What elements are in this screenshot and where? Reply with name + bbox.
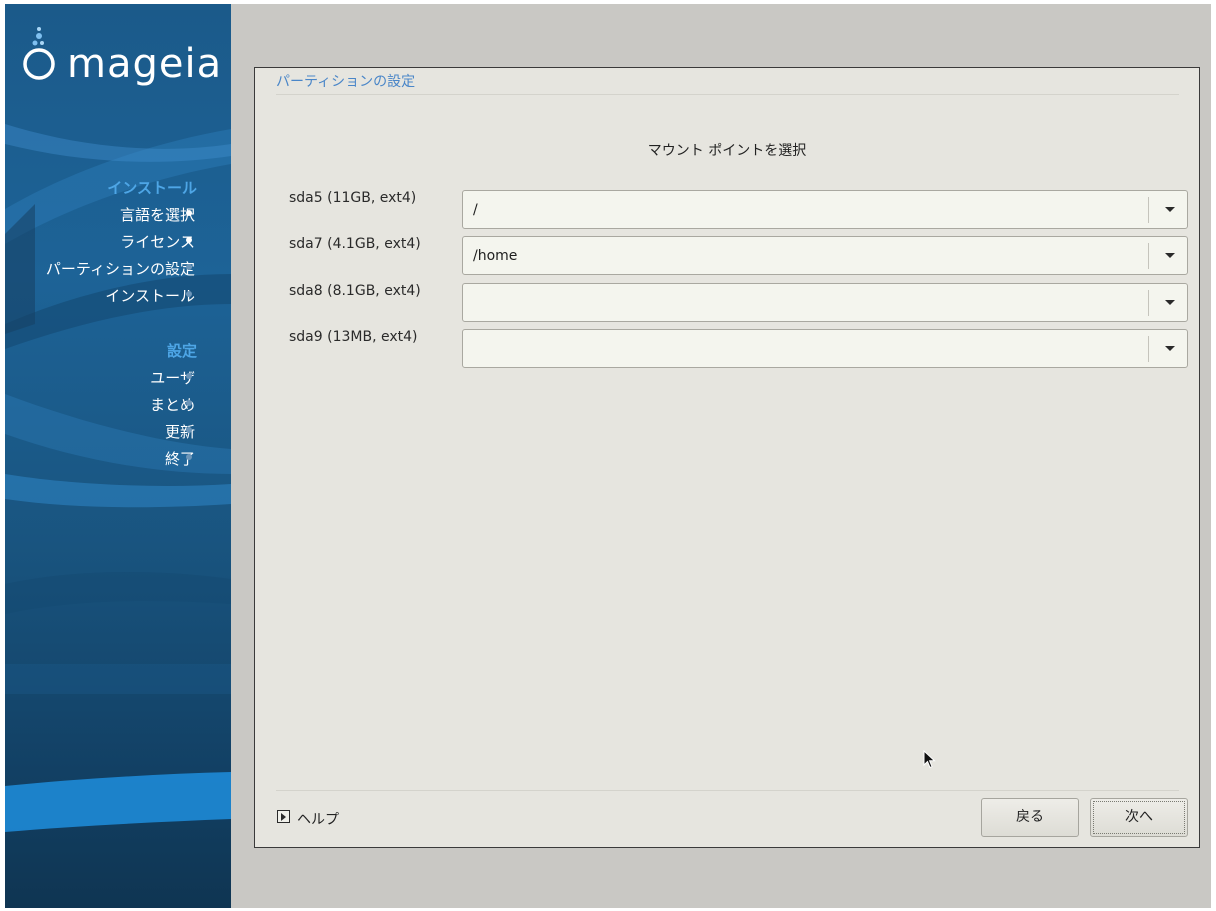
partition-row: sda5 (11GB, ext4) / <box>255 190 1201 230</box>
sidebar-background <box>5 124 231 832</box>
step-current-dot <box>186 264 192 270</box>
brand-name: mageia <box>67 41 223 87</box>
partition-label: sda9 (13MB, ext4) <box>289 329 418 345</box>
mount-point-value[interactable]: /home <box>473 248 517 264</box>
combo-separator <box>1148 197 1149 223</box>
expander-arrow-icon[interactable] <box>277 810 290 823</box>
step-pending-dot <box>186 427 192 433</box>
next-button[interactable]: 次へ <box>1090 798 1188 837</box>
chevron-down-icon[interactable] <box>1165 346 1175 351</box>
mount-point-combo[interactable]: /home <box>462 236 1188 275</box>
step-pending-dot <box>186 291 192 297</box>
sidebar-section-settings: 設定 <box>166 342 197 360</box>
step-pending-dot <box>186 454 192 460</box>
step-done-dot <box>186 210 192 216</box>
sidebar-item-language: 言語を選択 <box>119 206 195 224</box>
sidebar-section-install: インストール <box>107 179 197 197</box>
panel-title: パーティションの設定 <box>276 74 416 90</box>
step-pending-dot <box>186 373 192 379</box>
sidebar-item-install: インストール <box>105 287 195 305</box>
mount-point-combo[interactable] <box>462 283 1188 322</box>
step-done-dot <box>186 237 192 243</box>
step-pending-dot <box>186 400 192 406</box>
chevron-down-icon[interactable] <box>1165 253 1175 258</box>
mount-point-combo[interactable]: / <box>462 190 1188 229</box>
help-label[interactable]: ヘルプ <box>297 809 339 829</box>
chevron-down-icon[interactable] <box>1165 300 1175 305</box>
partition-row: sda9 (13MB, ext4) <box>255 329 1201 369</box>
installer-screen: mageia インストール 言語を選択 ライセンス パーティションの設定 インス… <box>5 4 1211 908</box>
partition-label: sda8 (8.1GB, ext4) <box>289 283 421 299</box>
partition-row: sda7 (4.1GB, ext4) /home <box>255 236 1201 276</box>
partitioning-panel: パーティションの設定 マウント ポイントを選択 sda5 (11GB, ext4… <box>254 67 1200 848</box>
mageia-logo-icon <box>23 27 55 80</box>
partition-row: sda8 (8.1GB, ext4) <box>255 283 1201 323</box>
mount-point-combo[interactable] <box>462 329 1188 368</box>
back-button[interactable]: 戻る <box>981 798 1079 837</box>
mount-point-value[interactable]: / <box>473 202 478 218</box>
footer-divider <box>276 790 1179 791</box>
chevron-down-icon[interactable] <box>1165 207 1175 212</box>
mageia-logo: mageia <box>19 22 229 92</box>
sidebar-item-partitioning: パーティションの設定 <box>45 260 195 278</box>
sidebar-item-license: ライセンス <box>120 233 195 251</box>
mouse-pointer-icon <box>923 750 936 769</box>
combo-separator <box>1148 290 1149 316</box>
partition-label: sda7 (4.1GB, ext4) <box>289 236 421 252</box>
title-divider <box>276 94 1179 95</box>
combo-separator <box>1148 243 1149 269</box>
mount-point-heading: マウント ポイントを選択 <box>647 143 807 159</box>
sidebar: mageia インストール 言語を選択 ライセンス パーティションの設定 インス… <box>5 4 231 908</box>
combo-separator <box>1148 336 1149 362</box>
partition-label: sda5 (11GB, ext4) <box>289 190 417 206</box>
